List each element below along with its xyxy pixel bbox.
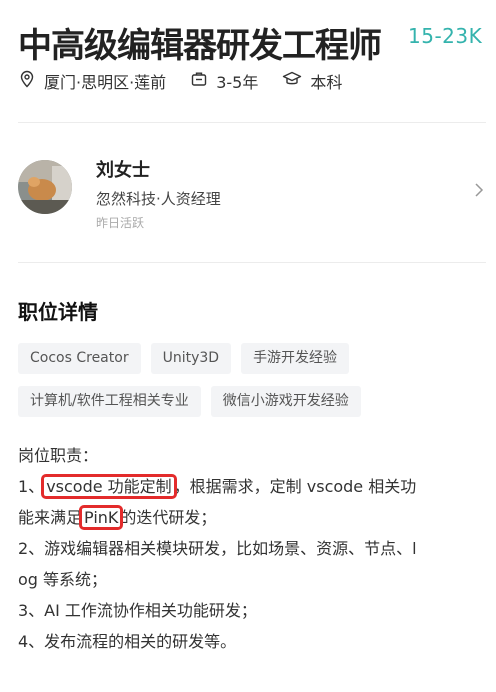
job-title: 中高级编辑器研发工程师 — [18, 26, 382, 66]
line-prefix: 1、 — [18, 477, 45, 496]
skill-tags: Cocos Creator Unity3D 手游开发经验 计算机/软件工程相关专… — [18, 343, 488, 429]
line-prefix: 能来满足 — [18, 508, 83, 527]
description-line: og 等系统； — [18, 570, 108, 589]
location-pin-icon — [18, 70, 44, 92]
location-text: 厦门·思明区·莲前 — [44, 73, 167, 92]
job-header: 中高级编辑器研发工程师 15-23K — [18, 14, 488, 66]
skill-tag: 计算机/软件工程相关专业 — [18, 386, 201, 417]
chevron-right-icon[interactable] — [474, 182, 484, 202]
job-description: 岗位职责： 1、 vscode 功能定制 ，根据需求，定制 vscode 相关功 能… — [18, 440, 490, 657]
tag-row: Cocos Creator Unity3D 手游开发经验 — [18, 343, 488, 374]
avatar — [18, 160, 72, 214]
tag-row: 计算机/软件工程相关专业 微信小游戏开发经验 — [18, 386, 488, 417]
highlight-box: PinK — [78, 505, 124, 530]
divider — [18, 262, 486, 263]
description-line: 1、 vscode 功能定制 ，根据需求，定制 vscode 相关功 — [18, 471, 490, 502]
job-meta: 厦门·思明区·莲前 3-5年 本科 — [18, 68, 366, 94]
experience-text: 3-5年 — [216, 73, 259, 92]
skill-tag: 微信小游戏开发经验 — [210, 386, 361, 417]
description-heading: 岗位职责： — [18, 446, 99, 465]
salary: 15-23K — [408, 24, 483, 48]
divider — [18, 122, 486, 123]
recruiter-company-role: 忽然科技·人资经理 — [96, 190, 221, 208]
section-title: 职位详情 — [18, 300, 98, 324]
recruiter-active-status: 昨日活跃 — [96, 216, 145, 230]
briefcase-icon — [190, 70, 216, 92]
description-line: 2、游戏编辑器相关模块研发，比如场景、资源、节点、l — [18, 539, 417, 558]
recruiter-name: 刘女士 — [96, 160, 150, 181]
description-line: 4、发布流程的相关的研发等。 — [18, 632, 237, 651]
education-text: 本科 — [310, 73, 343, 92]
skill-tag: 手游开发经验 — [241, 343, 350, 374]
skill-tag: Cocos Creator — [18, 343, 141, 374]
line-suffix: ，根据需求，定制 vscode 相关功 — [173, 477, 417, 496]
experience-item: 3-5年 — [190, 69, 258, 93]
skill-tag: Unity3D — [150, 343, 232, 374]
education-item: 本科 — [282, 69, 342, 93]
recruiter-card[interactable]: 刘女士 忽然科技·人资经理 昨日活跃 — [18, 152, 488, 242]
description-line: 能来满足 PinK 的迭代研发； — [18, 502, 490, 533]
highlight-box: vscode 功能定制 — [41, 474, 177, 499]
location-item: 厦门·思明区·莲前 — [18, 69, 166, 93]
graduation-cap-icon — [282, 70, 310, 92]
line-suffix: 的迭代研发； — [120, 508, 217, 527]
description-line: 3、AI 工作流协作相关功能研发； — [18, 601, 257, 620]
